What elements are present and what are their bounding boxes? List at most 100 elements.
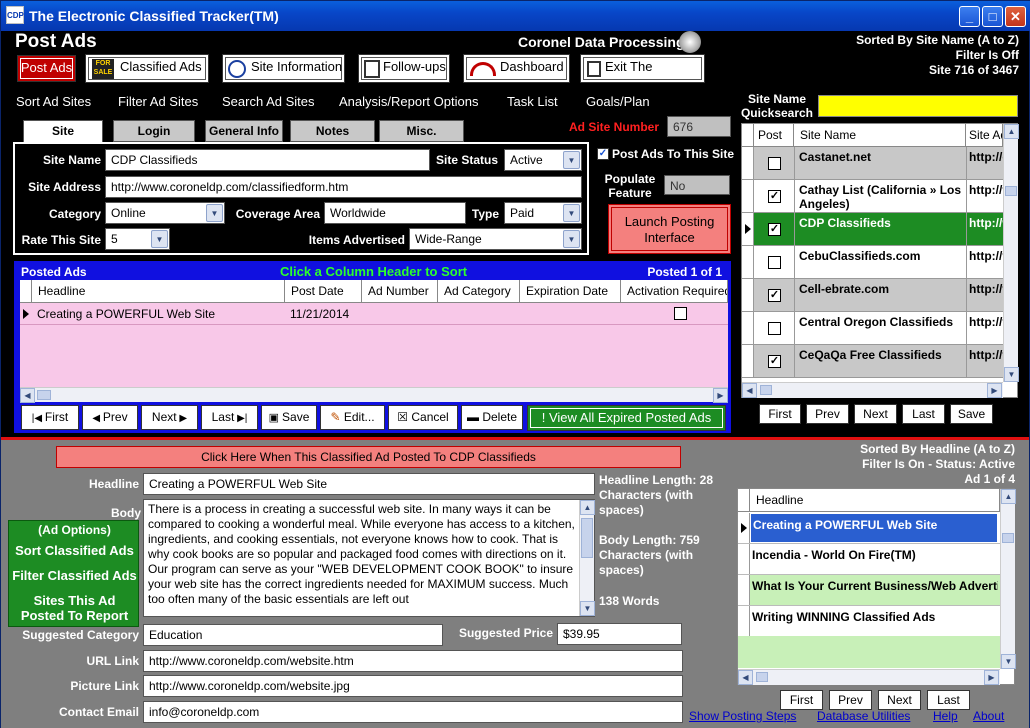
site-prev-button[interactable]: Prev [806, 404, 849, 424]
posted-save-button[interactable]: ▣ Save [261, 405, 317, 430]
contact-email-field[interactable]: info@coroneldp.com [143, 701, 683, 723]
col-activation-required[interactable]: Activation Required [621, 280, 728, 303]
hscroll-thumb[interactable] [37, 390, 51, 400]
post-checkbox[interactable]: ✓ [768, 289, 781, 302]
col-post-date[interactable]: Post Date [285, 280, 362, 303]
type-select[interactable]: Paid ▼ [504, 202, 582, 224]
rate-site-select[interactable]: 5 ▼ [105, 228, 170, 250]
post-checkbox[interactable] [768, 157, 781, 170]
headline-list-item[interactable]: Incendia - World On Fire(TM) [738, 544, 1000, 575]
scroll-up-icon[interactable]: ▲ [580, 500, 595, 515]
site-status-select[interactable]: Active ▼ [504, 149, 582, 171]
tab-site[interactable]: Site [23, 120, 103, 144]
posted-next-button[interactable]: Next ▶ [141, 405, 198, 430]
scroll-down-icon[interactable]: ▼ [1004, 367, 1019, 382]
help-link[interactable]: Help [933, 709, 958, 723]
site-list-row[interactable]: ✓ CeQaQa Free Classifiedshttp://v [742, 345, 1003, 378]
scroll-up-icon[interactable]: ▲ [1004, 124, 1019, 139]
menu-sort-ad-sites[interactable]: Sort Ad Sites [16, 94, 91, 109]
minimize-button[interactable]: _ [959, 6, 980, 27]
database-utilities-link[interactable]: Database Utilities [817, 709, 910, 723]
headline-list-item[interactable]: Creating a POWERFUL Web Site [738, 513, 1000, 544]
launch-posting-button[interactable]: Launch Posting Interface [608, 204, 731, 254]
coverage-area-field[interactable]: Worldwide [324, 202, 466, 224]
post-checkbox[interactable] [768, 256, 781, 269]
hscroll-thumb[interactable] [756, 672, 768, 682]
activation-checkbox[interactable] [674, 307, 687, 320]
posted-cancel-button[interactable]: ☒ Cancel [388, 405, 458, 430]
headline-prev-button[interactable]: Prev [829, 690, 872, 710]
sites-report-link[interactable]: Sites This Ad Posted To Report [17, 593, 132, 623]
close-button[interactable]: ✕ [1005, 6, 1026, 27]
site-list-row[interactable]: ✓ Cell-ebrate.comhttp://v [742, 279, 1003, 312]
site-list-vscroll[interactable]: ▲ ▼ [1003, 124, 1019, 382]
posted-ads-hscroll[interactable]: ◀ ▶ [20, 387, 728, 403]
chevron-down-icon[interactable]: ▼ [563, 204, 580, 222]
view-expired-button[interactable]: ! View All Expired Posted Ads [527, 405, 726, 431]
post-ads-button[interactable]: Post Ads [17, 55, 76, 82]
col-ad-category[interactable]: Ad Category [438, 280, 520, 303]
site-list-hscroll[interactable]: ◀ ▶ [742, 382, 1003, 398]
scroll-down-icon[interactable]: ▼ [580, 601, 595, 616]
headline-vscroll[interactable]: ▲ ▼ [1000, 489, 1016, 669]
ad-site-number-field[interactable]: 676 [667, 116, 731, 137]
site-list-row[interactable]: ✓ Cathay List (California » Los Angeles) h… [742, 180, 1003, 213]
site-first-button[interactable]: First [759, 404, 801, 424]
posted-confirm-button[interactable]: Click Here When This Classified Ad Poste… [56, 446, 681, 468]
site-save-button[interactable]: Save [950, 404, 993, 424]
menu-filter-ad-sites[interactable]: Filter Ad Sites [118, 94, 198, 109]
exit-program-button[interactable]: Exit The Program [580, 54, 705, 98]
col-site-address[interactable]: Site Ad [966, 124, 1003, 147]
classified-ads-button[interactable]: FOR SALE Classified Ads [85, 54, 209, 83]
site-next-button[interactable]: Next [854, 404, 897, 424]
site-list-row[interactable]: ✓ CDP Classifiedshttp://w [742, 213, 1003, 246]
sort-classified-ads-link[interactable]: Sort Classified Ads [9, 543, 140, 558]
body-textarea[interactable]: There is a process in creating a success… [143, 499, 595, 617]
scroll-left-icon[interactable]: ◀ [742, 383, 757, 398]
site-list-row[interactable]: Central Oregon Classifiedshttp://v [742, 312, 1003, 345]
site-name-field[interactable]: CDP Classifieds [105, 149, 430, 171]
col-headline-list[interactable]: Headline [750, 489, 1000, 512]
posted-prev-button[interactable]: ◀ Prev [82, 405, 138, 430]
suggested-category-field[interactable]: Education [143, 624, 443, 646]
headline-last-button[interactable]: Last [927, 690, 970, 710]
headline-hscroll[interactable]: ◀ ▶ [738, 669, 1000, 685]
maximize-button[interactable]: □ [982, 6, 1003, 27]
show-posting-steps-link[interactable]: Show Posting Steps [689, 709, 796, 723]
scroll-left-icon[interactable]: ◀ [20, 388, 35, 403]
col-expiration-date[interactable]: Expiration Date [520, 280, 621, 303]
post-checkbox[interactable] [768, 322, 781, 335]
headline-list-item[interactable]: Writing WINNING Classified Ads [738, 606, 1000, 637]
posted-delete-button[interactable]: ▬ Delete [461, 405, 523, 430]
body-vscroll[interactable]: ▲ ▼ [579, 500, 595, 616]
chevron-down-icon[interactable]: ▼ [563, 230, 580, 248]
tab-login[interactable]: Login [113, 120, 195, 142]
menu-search-ad-sites[interactable]: Search Ad Sites [222, 94, 315, 109]
headline-field[interactable]: Creating a POWERFUL Web Site [143, 473, 595, 495]
vscroll-thumb[interactable] [1005, 186, 1017, 196]
chevron-down-icon[interactable]: ▼ [563, 151, 580, 169]
table-row[interactable]: Creating a POWERFUL Web Site 11/21/2014 [20, 303, 728, 325]
headline-next-button[interactable]: Next [878, 690, 921, 710]
site-address-field[interactable]: http://www.coroneldp.com/classifiedform.… [105, 176, 582, 198]
site-last-button[interactable]: Last [902, 404, 945, 424]
category-select[interactable]: Online ▼ [105, 202, 225, 224]
col-site-name[interactable]: Site Name [794, 124, 966, 147]
scroll-up-icon[interactable]: ▲ [1001, 489, 1016, 504]
site-list-row[interactable]: CebuClassifieds.comhttp://v [742, 246, 1003, 279]
tab-general-info[interactable]: General Info [205, 120, 283, 142]
suggested-price-field[interactable]: $39.95 [557, 623, 682, 645]
dashboard-button[interactable]: Dashboard [463, 54, 570, 83]
site-information-button[interactable]: Site Information [222, 54, 345, 83]
site-list-row[interactable]: Castanet.nethttp://c [742, 147, 1003, 180]
post-ads-to-site-checkbox[interactable]: ✓ [597, 148, 609, 160]
chevron-down-icon[interactable]: ▼ [206, 204, 223, 222]
post-checkbox[interactable]: ✓ [768, 355, 781, 368]
posted-last-button[interactable]: Last ▶| [201, 405, 258, 430]
quicksearch-input[interactable] [818, 95, 1018, 117]
tab-notes[interactable]: Notes [290, 120, 375, 142]
scroll-down-icon[interactable]: ▼ [1001, 654, 1016, 669]
follow-ups-button[interactable]: Follow-ups [358, 54, 450, 83]
scroll-right-icon[interactable]: ▶ [984, 670, 999, 685]
menu-task-list[interactable]: Task List [507, 94, 558, 109]
